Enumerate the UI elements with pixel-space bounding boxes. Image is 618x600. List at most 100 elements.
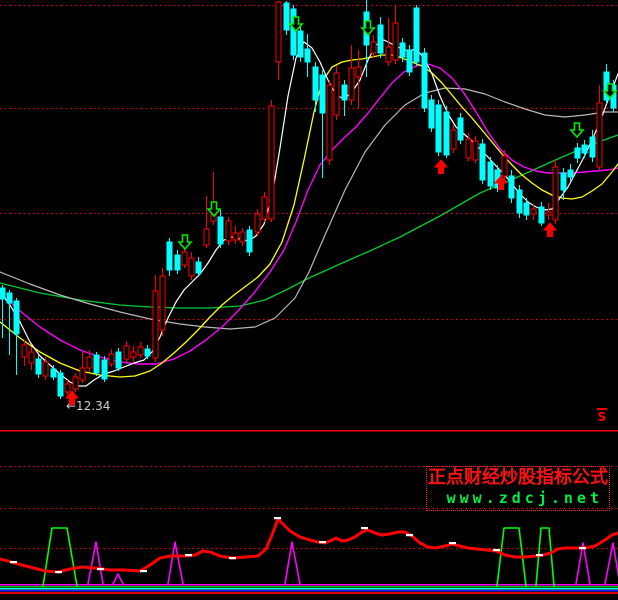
ma-line-yellow — [0, 55, 618, 377]
stock-chart-window: ←12.34 S 正点财经炒股指标公式 www.zdcj.net — [0, 0, 618, 600]
candle-down — [400, 43, 405, 57]
candle-up — [124, 346, 129, 359]
sell-signal-arrow — [179, 235, 191, 249]
candle-down — [58, 373, 63, 396]
candle-up — [182, 252, 187, 265]
candle-up — [553, 167, 558, 220]
candle-up — [87, 357, 92, 368]
candle-down — [298, 31, 303, 57]
candle-up — [29, 352, 34, 363]
axis-s-marker: S — [596, 411, 608, 423]
candle-down — [378, 25, 383, 53]
candle-down — [36, 359, 41, 374]
candle-up — [131, 352, 136, 357]
candle-up — [546, 212, 551, 215]
indicator-magenta-spike — [605, 543, 618, 584]
indicator-white-dash — [579, 547, 586, 549]
candle-up — [269, 106, 274, 219]
candle-down — [342, 85, 347, 100]
candle-down — [429, 100, 434, 128]
sell-signal-arrow — [571, 123, 583, 137]
candle-up — [466, 139, 471, 158]
candle-up — [22, 345, 27, 357]
candle-up — [371, 42, 376, 53]
candle-down — [196, 262, 201, 273]
candle-up — [531, 209, 536, 214]
watermark-title: 正点财经炒股指标公式 — [427, 467, 609, 489]
indicator-white-dash — [493, 549, 500, 551]
candle-up — [327, 85, 332, 160]
candle-down — [509, 176, 514, 198]
ma-line-green — [0, 135, 618, 308]
candle-down — [444, 112, 449, 155]
candle-up — [189, 258, 194, 276]
candle-up — [255, 214, 260, 232]
candle-up — [73, 377, 78, 389]
candle-down — [407, 50, 412, 72]
indicator-green-pulse — [43, 528, 77, 586]
candle-down — [436, 105, 441, 152]
indicator-magenta-spike — [113, 574, 123, 584]
indicator-white-dash — [185, 554, 192, 556]
watermark-url: www.zdcj.net — [427, 489, 609, 508]
indicator-white-dash — [536, 554, 543, 556]
candle-down — [116, 352, 121, 368]
candle-up — [502, 156, 507, 176]
candle-down — [517, 190, 522, 213]
candle-down — [524, 203, 529, 215]
candle-down — [7, 293, 12, 303]
candle-down — [291, 9, 296, 55]
indicator-white-dash — [140, 570, 147, 572]
indicator-white-dash — [274, 517, 281, 519]
candle-up — [43, 362, 48, 376]
candle-down — [51, 369, 56, 377]
candle-down — [568, 170, 573, 177]
candle-down — [247, 230, 252, 252]
candle-down — [561, 173, 566, 190]
candle-up — [109, 354, 114, 364]
sell-signal-arrow — [208, 202, 220, 216]
buy-signal-arrow — [435, 160, 447, 174]
candle-up — [262, 197, 267, 219]
candle-down — [167, 242, 172, 270]
candle-up — [138, 347, 143, 355]
candle-down — [488, 162, 493, 186]
buy-signal-arrow — [544, 223, 556, 237]
candle-up — [240, 232, 245, 242]
candle-down — [458, 118, 463, 140]
candle-up — [597, 103, 602, 167]
candle-down — [218, 217, 223, 244]
candle-up — [356, 67, 361, 77]
candle-up — [393, 23, 398, 60]
candle-down — [590, 137, 595, 157]
indicator-main-red-line — [0, 519, 618, 572]
candle-up — [473, 141, 478, 160]
candle-down — [414, 8, 419, 62]
watermark-box: 正点财经炒股指标公式 www.zdcj.net — [426, 466, 610, 511]
candle-down — [320, 75, 325, 113]
candle-down — [539, 207, 544, 223]
candle-down — [313, 67, 318, 100]
candle-down — [582, 145, 587, 153]
candle-down — [145, 349, 150, 356]
low-price-label: ←12.34 — [66, 400, 110, 413]
candle-up — [334, 73, 339, 115]
indicator-white-dash — [97, 568, 104, 570]
candle-down — [575, 148, 580, 158]
indicator-white-dash — [406, 534, 413, 536]
candle-up — [276, 2, 281, 62]
candle-up — [204, 229, 209, 245]
candle-up — [153, 291, 158, 358]
candle-down — [422, 53, 427, 108]
candle-up — [451, 130, 456, 149]
candle-up — [349, 68, 354, 100]
candle-up — [65, 384, 70, 392]
candle-down — [305, 49, 310, 62]
candle-down — [102, 360, 107, 379]
candle-up — [226, 221, 231, 241]
candle-down — [175, 255, 180, 270]
indicator-white-dash — [361, 527, 368, 529]
candle-up — [233, 233, 238, 240]
candle-down — [14, 301, 19, 334]
candle-up — [386, 47, 391, 62]
